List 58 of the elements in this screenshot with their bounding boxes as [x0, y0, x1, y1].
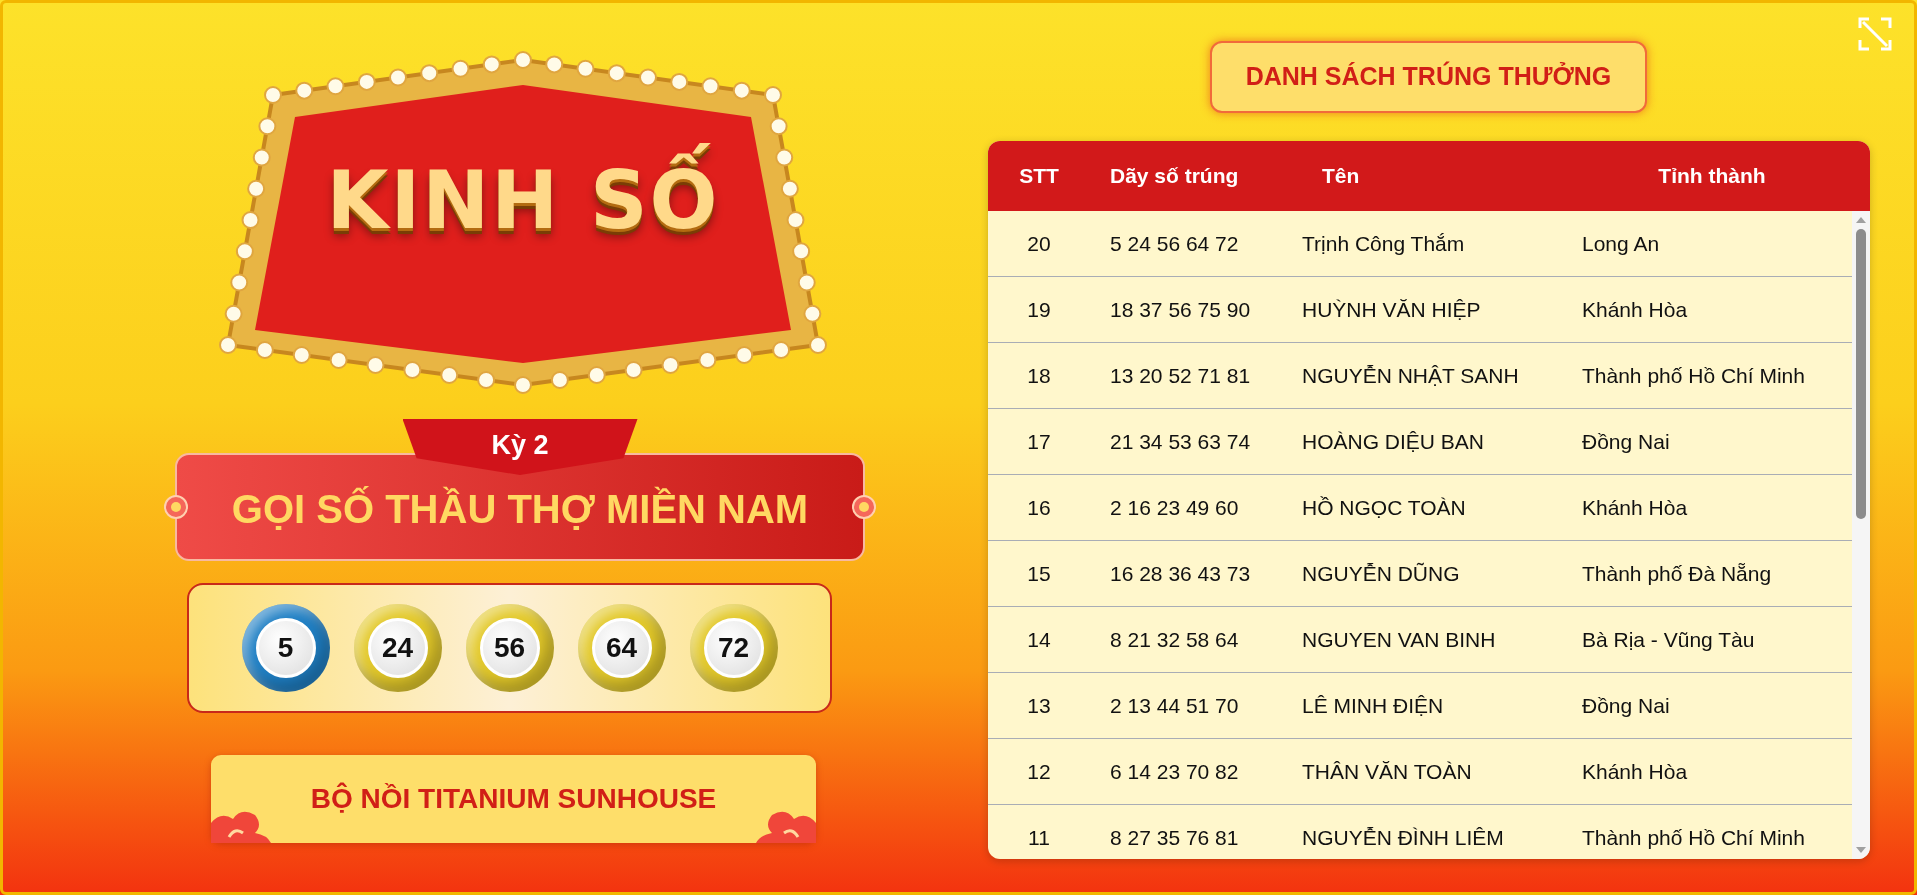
table-cell-text: 13 — [1026, 692, 1052, 719]
table-cell-text: Thành phố Hồ Chí Minh — [1581, 824, 1806, 851]
table-cell-text: HUỲNH VĂN HIỆP — [1301, 296, 1482, 323]
table-cell-text: HOÀNG DIỆU BAN — [1301, 428, 1486, 455]
table-cell-text: 2 16 23 49 60 — [1109, 494, 1240, 521]
table-cell-text: Đồng Nai — [1581, 692, 1671, 719]
table-cell-text: NGUYEN VAN BINH — [1301, 626, 1497, 653]
scrollbar-thumb[interactable] — [1856, 229, 1866, 519]
winners-list-button[interactable]: DANH SÁCH TRÚNG THƯỞNG — [1210, 41, 1647, 113]
table-cell-text: Bà Rịa - Vũng Tàu — [1581, 626, 1756, 653]
ball-number: 64 — [591, 618, 652, 678]
table-cell-text: Thành phố Hồ Chí Minh — [1581, 362, 1806, 389]
table-cell-text: 20 — [1026, 230, 1052, 257]
table-cell-text: 18 37 56 75 90 — [1109, 296, 1252, 323]
table-cell-text: 16 28 36 43 73 — [1109, 560, 1252, 587]
ball-number: 56 — [479, 618, 540, 678]
table-cell-text: 17 — [1026, 428, 1052, 455]
scroll-up-icon[interactable] — [1855, 215, 1867, 225]
ball-number: 72 — [703, 618, 764, 678]
ball-number: 5 — [255, 618, 316, 678]
table-cell-text: 15 — [1026, 560, 1052, 587]
table-cell-text: Khánh Hòa — [1581, 758, 1689, 785]
table-cell-text: 18 — [1026, 362, 1052, 389]
ornament-icon — [851, 494, 877, 520]
ball-number: 24 — [367, 618, 428, 678]
ornament-icon — [163, 494, 189, 520]
table-cell-text: NGUYỄN NHẬT SANH — [1301, 362, 1520, 389]
table-cell-text: Thành phố Đà Nẵng — [1581, 560, 1773, 587]
table-cell-text: Khánh Hòa — [1581, 296, 1689, 323]
table-cell-text: 14 — [1026, 626, 1052, 653]
table-cell-text: NGUYỄN DŨNG — [1301, 560, 1461, 587]
table-cell-text: 21 34 53 63 74 — [1109, 428, 1252, 455]
table-cell-text: 19 — [1026, 296, 1052, 323]
table-cell-text: LÊ MINH ĐIỆN — [1301, 692, 1445, 719]
table-cell-text: Long An — [1581, 230, 1661, 257]
table-cell-text: 11 — [1027, 824, 1051, 851]
table-cell-text: 8 27 35 76 81 — [1109, 824, 1240, 851]
table-cell-text: 6 14 23 70 82 — [1109, 758, 1240, 785]
column-header: STT — [1018, 163, 1060, 190]
table-cell-text: HỒ NGỌC TOÀN — [1301, 494, 1467, 521]
table-cell-text: 16 — [1026, 494, 1052, 521]
column-header: Dãy số trúng — [1109, 163, 1240, 190]
table-cell-text: Trịnh Công Thắm — [1301, 230, 1466, 257]
table-cell-text: 13 20 52 71 81 — [1109, 362, 1252, 389]
table-cell-text: 2 13 44 51 70 — [1109, 692, 1240, 719]
table-cell-text: 12 — [1026, 758, 1052, 785]
fullscreen-icon[interactable] — [1858, 17, 1892, 51]
scroll-down-icon[interactable] — [1855, 845, 1867, 855]
logo-title: KINH SỐ — [312, 145, 734, 267]
column-header: Tên — [1321, 163, 1361, 190]
prize-name: BỘ NỒI TITANIUM SUNHOUSE — [310, 781, 717, 816]
table-cell-text: 8 21 32 58 64 — [1109, 626, 1240, 653]
table-cell-text: Khánh Hòa — [1581, 494, 1689, 521]
table-cell-text: THÂN VĂN TOÀN — [1301, 758, 1473, 785]
column-header: Tỉnh thành — [1657, 163, 1767, 190]
table-cell-text: NGUYỄN ĐÌNH LIÊM — [1301, 824, 1505, 851]
table-cell-text: 5 24 56 64 72 — [1109, 230, 1240, 257]
table-cell-text: Đồng Nai — [1581, 428, 1671, 455]
